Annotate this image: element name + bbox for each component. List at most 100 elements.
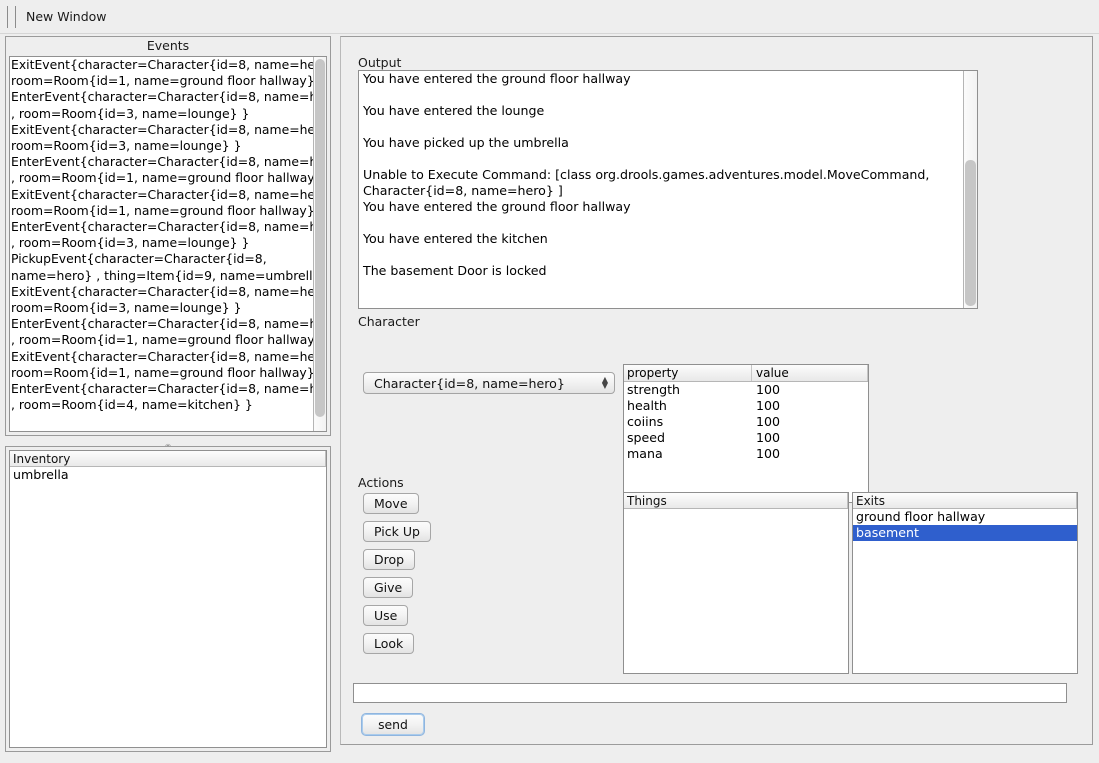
event-line[interactable]: room=Room{id=1, name=ground floor hallwa… <box>11 365 312 381</box>
events-scroll-pane[interactable]: ExitEvent{character=Character{id=8, name… <box>9 56 327 432</box>
table-row[interactable]: speed100 <box>624 430 868 446</box>
output-blank-line <box>363 119 959 135</box>
things-list[interactable] <box>624 509 848 673</box>
table-row[interactable]: strength100 <box>624 382 868 398</box>
event-line[interactable]: EnterEvent{character=Character{id=8, nam… <box>11 154 312 170</box>
character-label: Character <box>358 314 420 329</box>
property-table-body: strength100health100coiins100speed100man… <box>624 382 868 462</box>
event-line[interactable]: room=Room{id=3, name=lounge} } <box>11 300 312 316</box>
action-button-look[interactable]: Look <box>363 633 414 654</box>
event-line[interactable]: ExitEvent{character=Character{id=8, name… <box>11 57 312 73</box>
property-value-cell: 100 <box>752 446 868 462</box>
event-line[interactable]: , room=Room{id=1, name=ground floor hall… <box>11 332 312 348</box>
event-line[interactable]: EnterEvent{character=Character{id=8, nam… <box>11 219 312 235</box>
table-row[interactable]: health100 <box>624 398 868 414</box>
action-button-drop[interactable]: Drop <box>363 549 415 570</box>
event-line[interactable]: ExitEvent{character=Character{id=8, name… <box>11 122 312 138</box>
application-window: New Window Events ExitEvent{character=Ch… <box>0 0 1099 763</box>
event-line[interactable]: room=Room{id=1, name=ground floor hallwa… <box>11 203 312 219</box>
event-line[interactable]: EnterEvent{character=Character{id=8, nam… <box>11 89 312 105</box>
column-separator <box>847 493 848 508</box>
actions-label: Actions <box>358 475 404 490</box>
events-scrollbar-thumb[interactable] <box>315 59 325 417</box>
output-blank-line <box>363 87 959 103</box>
action-button-use[interactable]: Use <box>363 605 408 626</box>
event-line[interactable]: , room=Room{id=1, name=ground floor hall… <box>11 170 312 186</box>
property-name-cell: speed <box>624 430 752 446</box>
toolbar: New Window <box>0 0 1099 34</box>
main-panel: Output You have entered the ground floor… <box>340 36 1093 745</box>
property-name-cell: coiins <box>624 414 752 430</box>
column-header-value[interactable]: value <box>752 365 868 381</box>
action-button-pick-up[interactable]: Pick Up <box>363 521 431 542</box>
character-select-spinner[interactable]: ▲ ▼ <box>602 377 608 389</box>
output-line: The basement Door is locked <box>363 263 959 279</box>
events-list[interactable]: ExitEvent{character=Character{id=8, name… <box>10 57 313 431</box>
left-split-pane: Events ExitEvent{character=Character{id=… <box>5 36 331 752</box>
output-text: You have entered the ground floor hallwa… <box>359 71 963 308</box>
event-line[interactable]: , room=Room{id=3, name=lounge} } <box>11 106 312 122</box>
inventory-scroll-pane[interactable]: Inventory umbrella <box>9 450 327 748</box>
output-scrollbar[interactable] <box>963 71 977 308</box>
property-name-cell: health <box>624 398 752 414</box>
events-scrollbar[interactable] <box>313 57 327 431</box>
event-line[interactable]: room=Room{id=1, name=ground floor hallwa… <box>11 73 312 89</box>
character-property-table[interactable]: property value strength100health100coiin… <box>623 364 869 503</box>
action-button-give[interactable]: Give <box>363 577 413 598</box>
list-item[interactable]: basement <box>853 525 1077 541</box>
event-line[interactable]: ExitEvent{character=Character{id=8, name… <box>11 349 312 365</box>
things-header-label: Things <box>627 493 667 508</box>
output-box[interactable]: You have entered the ground floor hallwa… <box>358 70 978 309</box>
action-button-move[interactable]: Move <box>363 493 419 514</box>
output-label: Output <box>358 55 401 70</box>
command-input[interactable] <box>353 683 1067 703</box>
output-line: You have entered the lounge <box>363 103 959 119</box>
column-separator <box>1076 493 1077 508</box>
events-title: Events <box>6 37 330 54</box>
event-line[interactable]: room=Room{id=3, name=lounge} } <box>11 138 312 154</box>
output-line: You have entered the kitchen <box>363 231 959 247</box>
chevron-down-icon[interactable]: ▼ <box>602 383 608 389</box>
list-item[interactable]: ground floor hallway <box>853 509 1077 525</box>
things-box[interactable]: Things <box>623 492 849 674</box>
property-name-cell: strength <box>624 382 752 398</box>
window-title: New Window <box>26 9 107 24</box>
table-row[interactable]: coiins100 <box>624 414 868 430</box>
actions-button-group: Move Pick Up Drop Give Use Look <box>363 493 453 661</box>
events-panel: Events ExitEvent{character=Character{id=… <box>5 36 331 436</box>
output-scrollbar-thumb[interactable] <box>965 160 976 306</box>
column-header-property[interactable]: property <box>624 365 752 381</box>
column-separator <box>325 451 326 466</box>
send-button[interactable]: send <box>361 713 425 736</box>
event-line[interactable]: , room=Room{id=4, name=kitchen} } <box>11 397 312 413</box>
inventory-header-label: Inventory <box>13 451 70 466</box>
event-line[interactable]: EnterEvent{character=Character{id=8, nam… <box>11 381 312 397</box>
event-line[interactable]: , room=Room{id=3, name=lounge} } <box>11 235 312 251</box>
inventory-list[interactable]: umbrella <box>10 467 326 747</box>
output-line: You have entered the ground floor hallwa… <box>363 199 959 215</box>
exits-header: Exits <box>853 493 1077 509</box>
event-line[interactable]: PickupEvent{character=Character{id=8, <box>11 251 312 267</box>
output-line: You have entered the ground floor hallwa… <box>363 71 959 87</box>
property-table-header: property value <box>624 365 868 382</box>
event-line[interactable]: ExitEvent{character=Character{id=8, name… <box>11 187 312 203</box>
output-line: You have picked up the umbrella <box>363 135 959 151</box>
table-row[interactable]: mana100 <box>624 446 868 462</box>
exits-header-label: Exits <box>856 493 885 508</box>
event-line[interactable]: EnterEvent{character=Character{id=8, nam… <box>11 316 312 332</box>
character-select[interactable]: Character{id=8, name=hero} ▲ ▼ <box>363 372 615 394</box>
output-line: Character{id=8, name=hero} ] <box>363 183 959 199</box>
property-value-cell: 100 <box>752 414 868 430</box>
output-blank-line <box>363 247 959 263</box>
inventory-header: Inventory <box>10 451 326 467</box>
exits-box[interactable]: Exits ground floor hallwaybasement <box>852 492 1078 674</box>
drag-grip-icon[interactable] <box>7 6 16 28</box>
event-line[interactable]: ExitEvent{character=Character{id=8, name… <box>11 284 312 300</box>
things-header: Things <box>624 493 848 509</box>
exits-list[interactable]: ground floor hallwaybasement <box>853 509 1077 673</box>
event-line[interactable]: name=hero} , thing=Item{id=9, name=umbre… <box>11 268 312 284</box>
property-value-cell: 100 <box>752 382 868 398</box>
property-value-cell: 100 <box>752 430 868 446</box>
output-line: Unable to Execute Command: [class org.dr… <box>363 167 959 183</box>
list-item[interactable]: umbrella <box>10 467 326 483</box>
